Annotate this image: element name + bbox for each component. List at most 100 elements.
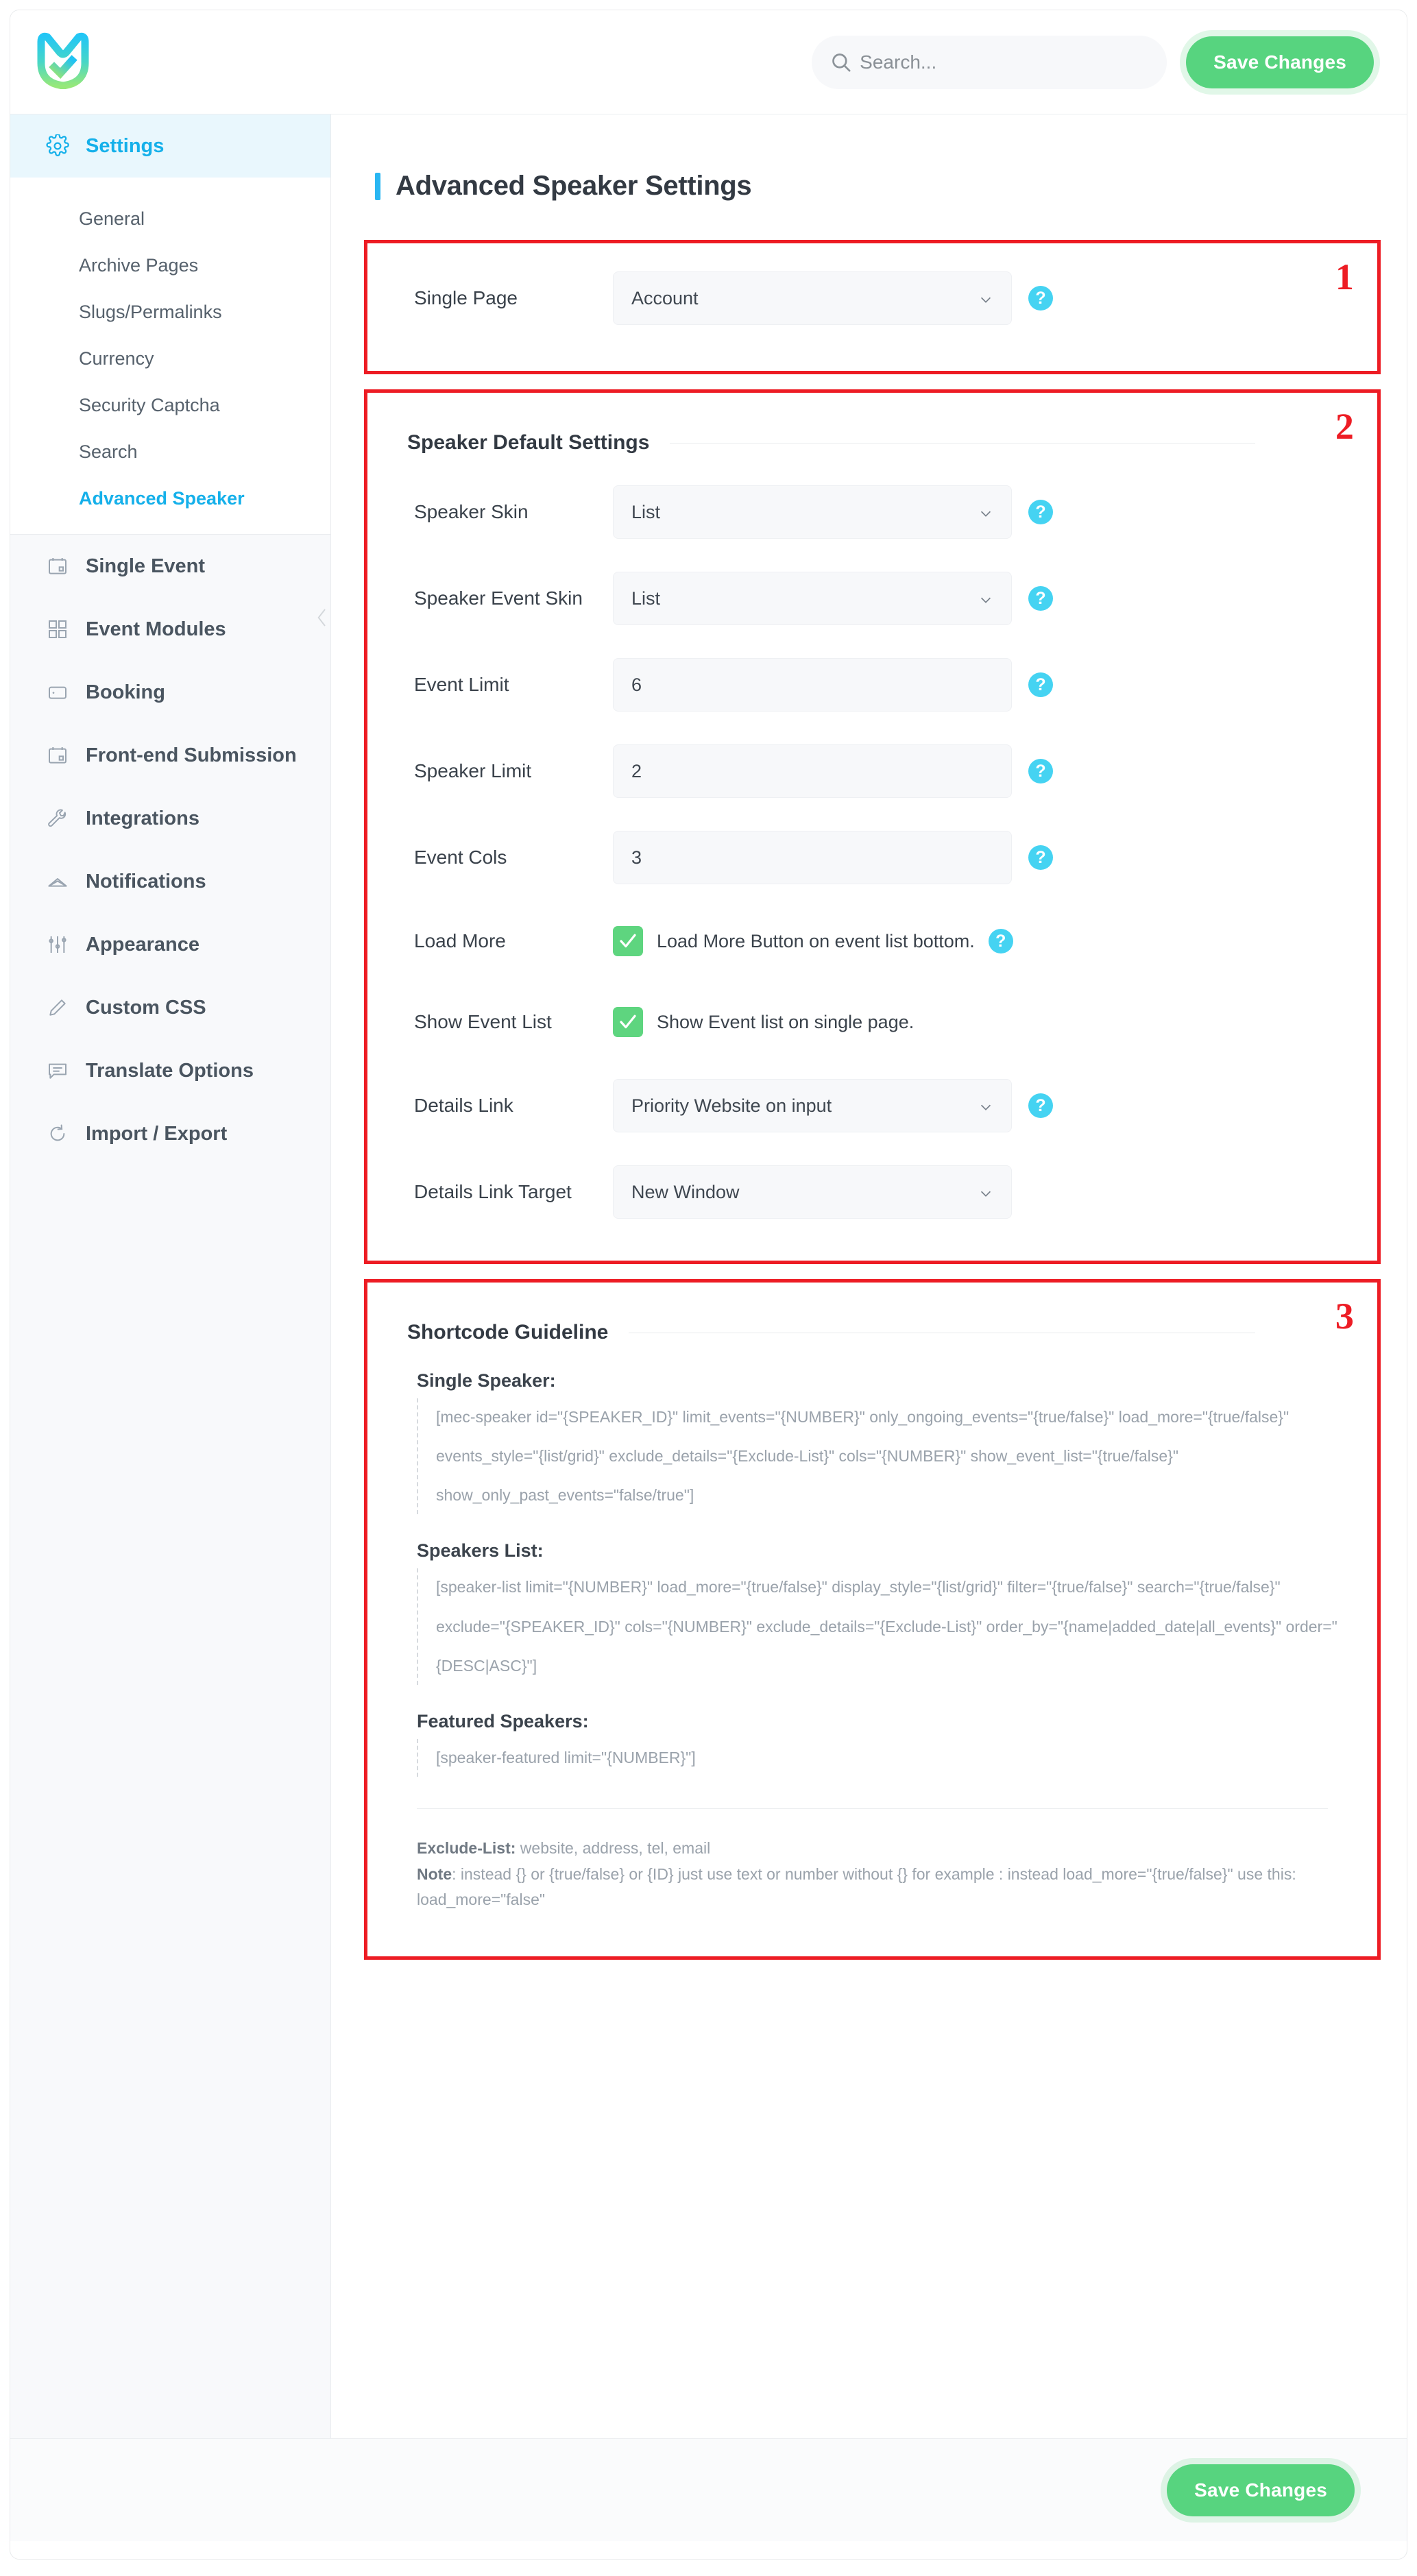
app-window: Save Changes Settings General Archive Pa… — [10, 10, 1407, 2560]
sidebar-item-label: Settings — [86, 134, 165, 157]
note-general-2: load_more="false" — [417, 1891, 546, 1909]
sidebar-item-single-event[interactable]: Single Event — [10, 535, 330, 598]
row-control: 2 ? — [613, 744, 1053, 798]
select-value: Priority Website on input — [631, 1095, 832, 1116]
calendar-icon — [45, 742, 71, 768]
load-more-checkbox[interactable] — [613, 926, 643, 956]
speaker-event-skin-select[interactable]: List — [613, 572, 1012, 625]
input-value: 6 — [631, 674, 642, 695]
note-exclude-value: website, address, tel, email — [516, 1838, 711, 1857]
row-label: Event Cols — [414, 847, 507, 868]
select-value: List — [631, 501, 661, 522]
row-label: Details Link Target — [414, 1181, 572, 1202]
sidebar-item-custom-css[interactable]: Custom CSS — [10, 976, 330, 1039]
speaker-limit-input[interactable]: 2 — [613, 744, 1012, 798]
sidebar-item-import-export[interactable]: Import / Export — [10, 1102, 330, 1165]
sidebar-item-integrations[interactable]: Integrations — [10, 787, 330, 850]
sidebar-subitem-archive-pages[interactable]: Archive Pages — [10, 242, 330, 289]
sidebar-subitem-security-captcha[interactable]: Security Captcha — [10, 382, 330, 428]
row-control: List ? — [613, 572, 1053, 625]
select-value: List — [631, 587, 661, 609]
sidebar-item-label: Notifications — [86, 870, 206, 892]
shortcode-group-label-single-speaker: Single Speaker: — [417, 1370, 556, 1391]
shortcode-line: show_only_past_events="false/true"] — [436, 1486, 694, 1505]
page-title-text: Advanced Speaker Settings — [396, 171, 752, 201]
row-control: 6 ? — [613, 658, 1053, 712]
event-limit-input[interactable]: 6 — [613, 658, 1012, 712]
sidebar-item-appearance[interactable]: Appearance — [10, 913, 330, 976]
load-more-checkbox-label: Load More Button on event list bottom. — [657, 930, 975, 951]
note-exclude-key: Exclude-List: — [417, 1838, 516, 1857]
row-speaker-limit: Speaker Limit 2 ? — [407, 737, 1337, 805]
single-page-select[interactable]: Account — [613, 271, 1012, 325]
sidebar-collapse-handle[interactable] — [313, 601, 331, 634]
sidebar-subitem-search[interactable]: Search — [10, 428, 330, 475]
speaker-skin-select[interactable]: List — [613, 485, 1012, 539]
chevron-down-icon — [978, 291, 993, 306]
details-link-target-select[interactable]: New Window — [613, 1165, 1012, 1219]
event-cols-input[interactable]: 3 — [613, 831, 1012, 884]
load-more-checkbox-row: Load More Button on event list bottom. ? — [613, 926, 1013, 956]
show-event-list-checkbox[interactable] — [613, 1007, 643, 1037]
row-event-limit: Event Limit 6 ? — [407, 651, 1337, 719]
shortcode-group-label-featured-speakers: Featured Speakers: — [417, 1710, 589, 1731]
sidebar-item-front-end-submission[interactable]: Front-end Submission — [10, 724, 330, 787]
sidebar-item-label: Custom CSS — [86, 996, 206, 1019]
sidebar-subitem-general[interactable]: General — [10, 195, 330, 242]
shortcode-divider — [417, 1808, 1328, 1809]
save-changes-button-top[interactable]: Save Changes — [1186, 36, 1374, 88]
shortcode-notes: Exclude-List: website, address, tel, ema… — [417, 1836, 1337, 1912]
sidebar-item-label: Single Event — [86, 555, 206, 577]
settings-sub-list: General Archive Pages Slugs/Permalinks C… — [10, 178, 330, 534]
search-input[interactable] — [860, 51, 1150, 73]
app-footer: Save Changes — [10, 2438, 1407, 2541]
input-value: 2 — [631, 760, 642, 781]
shortcode-line: events_style="{list/grid}" exclude_detai… — [436, 1447, 1179, 1466]
shortcode-line: exclude="{SPEAKER_ID}" cols="{NUMBER}" e… — [436, 1617, 1337, 1636]
sidebar-item-translate-options[interactable]: Translate Options — [10, 1039, 330, 1102]
help-icon[interactable]: ? — [1028, 759, 1053, 783]
app-body: Settings General Archive Pages Slugs/Per… — [10, 114, 1407, 2438]
row-event-cols: Event Cols 3 ? — [407, 823, 1337, 892]
wallet-icon — [45, 679, 71, 705]
sidebar-item-notifications[interactable]: Notifications — [10, 850, 330, 913]
page-title: Advanced Speaker Settings — [375, 171, 1381, 202]
save-changes-button-bottom[interactable]: Save Changes — [1167, 2464, 1355, 2516]
mec-logo — [36, 32, 90, 93]
sidebar-item-label: Appearance — [86, 933, 200, 956]
row-label: Show Event List — [414, 1011, 552, 1032]
help-icon[interactable]: ? — [1028, 500, 1053, 524]
help-icon[interactable]: ? — [1028, 1093, 1053, 1118]
help-icon[interactable]: ? — [988, 929, 1013, 953]
section-heading-text: Speaker Default Settings — [407, 431, 650, 454]
grid-icon — [45, 616, 71, 642]
header-actions: Save Changes — [812, 35, 1374, 89]
row-details-link-target: Details Link Target New Window — [407, 1158, 1337, 1226]
section-heading-shortcode: Shortcode Guideline — [407, 1321, 1337, 1344]
shortcode-block-featured-speakers: [speaker-featured limit="{NUMBER}"] — [417, 1738, 1337, 1777]
select-value: New Window — [631, 1181, 740, 1202]
sidebar-subitem-slugs-permalinks[interactable]: Slugs/Permalinks — [10, 289, 330, 335]
sidebar-item-label: Translate Options — [86, 1059, 254, 1082]
sidebar-item-event-modules[interactable]: Event Modules — [10, 598, 330, 661]
sidebar-subitem-currency[interactable]: Currency — [10, 335, 330, 382]
help-icon[interactable]: ? — [1028, 672, 1053, 697]
annotation-number-2: 2 — [1335, 406, 1354, 447]
details-link-select[interactable]: Priority Website on input — [613, 1079, 1012, 1132]
help-icon[interactable]: ? — [1028, 286, 1053, 311]
sidebar-item-label: Event Modules — [86, 618, 226, 640]
search-box[interactable] — [812, 35, 1167, 89]
sidebar-subitem-advanced-speaker[interactable]: Advanced Speaker — [10, 475, 330, 522]
section-heading-text: Shortcode Guideline — [407, 1321, 609, 1344]
help-icon[interactable]: ? — [1028, 586, 1053, 611]
row-control: Account ? — [613, 271, 1053, 325]
logo-wrap — [36, 32, 119, 93]
sidebar-item-booking[interactable]: Booking — [10, 661, 330, 724]
sliders-icon — [45, 932, 71, 958]
sidebar-item-label: Integrations — [86, 807, 199, 829]
sidebar-item-settings[interactable]: Settings — [10, 114, 330, 178]
row-load-more: Load More Load More Button on event list… — [407, 910, 1337, 973]
note-general: Note: instead {} or {true/false} or {ID}… — [417, 1862, 1337, 1887]
sidebar-item-label: Front-end Submission — [86, 744, 297, 766]
help-icon[interactable]: ? — [1028, 845, 1053, 870]
